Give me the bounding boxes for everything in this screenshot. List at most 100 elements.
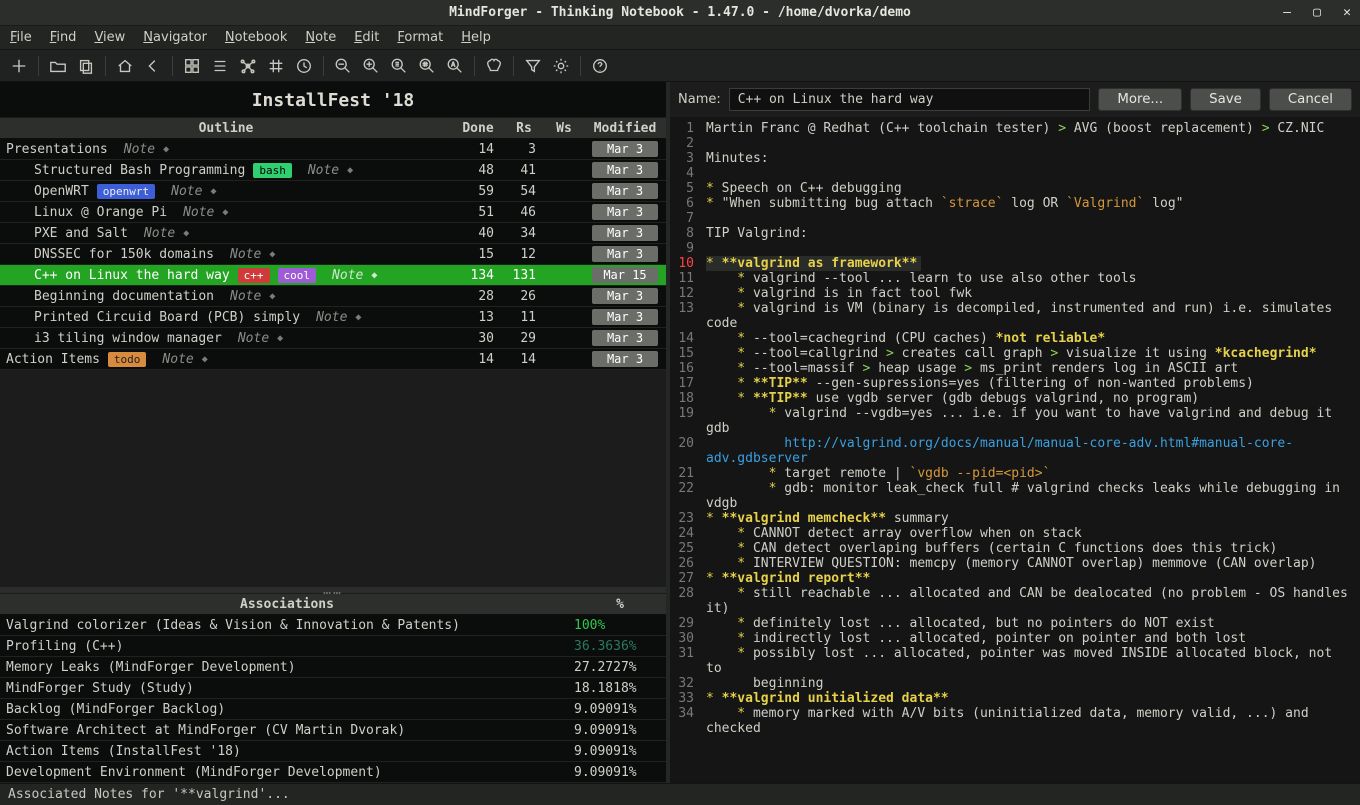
diamond-icon: ◆	[269, 291, 275, 302]
outline-row[interactable]: DNSSEC for 150k domains Note ◆1512Mar 3	[0, 244, 666, 265]
diamond-icon: ◆	[210, 186, 216, 197]
outline-col-rs: Rs	[504, 121, 544, 136]
copy-icon[interactable]	[73, 53, 99, 79]
note-type-label: Note	[183, 205, 214, 220]
menu-view[interactable]: View	[94, 30, 125, 45]
open-icon[interactable]	[45, 53, 71, 79]
association-row[interactable]: Valgrind colorizer (Ideas & Vision & Inn…	[0, 615, 666, 636]
diamond-icon: ◆	[347, 165, 353, 176]
statusbar: Associated Notes for '**valgrind'...	[0, 783, 1360, 805]
modified-badge: Mar 3	[592, 288, 658, 304]
tag-badge: c++	[238, 268, 270, 283]
window-title: MindForger - Thinking Notebook - 1.47.0 …	[449, 5, 911, 20]
outline-row[interactable]: PXE and Salt Note ◆4034Mar 3	[0, 223, 666, 244]
zoom-in-main-icon[interactable]	[358, 53, 384, 79]
back-icon[interactable]	[140, 53, 166, 79]
outline-row[interactable]: OpenWRTopenwrt Note ◆5954Mar 3	[0, 181, 666, 202]
titlebar: MindForger - Thinking Notebook - 1.47.0 …	[0, 0, 1360, 26]
diamond-icon: ◆	[355, 312, 361, 323]
association-row[interactable]: Software Architect at MindForger (CV Mar…	[0, 720, 666, 741]
cancel-button[interactable]: Cancel	[1269, 88, 1352, 111]
diamond-icon: ◆	[163, 144, 169, 155]
right-panel: Name: More... Save Cancel 12345678910111…	[670, 82, 1360, 783]
hash-icon[interactable]	[263, 53, 289, 79]
assoc-col-pct: %	[574, 597, 666, 612]
menu-help[interactable]: Help	[461, 30, 491, 45]
splitter[interactable]	[0, 587, 666, 593]
diamond-icon: ◆	[277, 333, 283, 344]
menu-file[interactable]: File	[10, 30, 32, 45]
outline-row[interactable]: Linux @ Orange Pi Note ◆5146Mar 3	[0, 202, 666, 223]
graph-icon[interactable]	[235, 53, 261, 79]
zoom-list-icon[interactable]	[386, 53, 412, 79]
tag-badge: cool	[278, 268, 317, 283]
modified-badge: Mar 3	[592, 330, 658, 346]
note-type-label: Note	[316, 310, 347, 325]
note-type-label: Note	[162, 352, 193, 367]
diamond-icon: ◆	[183, 228, 189, 239]
list-icon[interactable]	[207, 53, 233, 79]
outline-row[interactable]: Structured Bash Programmingbash Note ◆48…	[0, 160, 666, 181]
settings-icon[interactable]	[548, 53, 574, 79]
outline-col-outline: Outline	[0, 121, 452, 136]
tag-badge: todo	[108, 352, 147, 367]
modified-badge: Mar 3	[592, 351, 658, 367]
note-form-row: Name: More... Save Cancel	[670, 82, 1360, 117]
outline-row[interactable]: Presentations Note ◆143Mar 3	[0, 139, 666, 160]
save-button[interactable]: Save	[1190, 88, 1261, 111]
association-row[interactable]: MindForger Study (Study)18.1818%	[0, 678, 666, 699]
close-icon[interactable]: ✕	[1340, 5, 1354, 20]
outline-spacer	[0, 370, 666, 587]
outline-row[interactable]: Printed Circuid Board (PCB) simply Note …	[0, 307, 666, 328]
outline-col-ws: Ws	[544, 121, 584, 136]
name-label: Name:	[678, 92, 721, 107]
menu-format[interactable]: Format	[397, 30, 443, 45]
home-icon[interactable]	[112, 53, 138, 79]
new-note-icon[interactable]	[6, 53, 32, 79]
menu-navigator[interactable]: Navigator	[143, 30, 207, 45]
tag-badge: bash	[253, 163, 292, 178]
menu-find[interactable]: Find	[50, 30, 77, 45]
grid-icon[interactable]	[179, 53, 205, 79]
modified-badge: Mar 3	[592, 183, 658, 199]
assoc-col-name: Associations	[0, 597, 574, 612]
toolbar	[0, 50, 1360, 82]
modified-badge: Mar 3	[592, 246, 658, 262]
menu-notebook[interactable]: Notebook	[225, 30, 287, 45]
help-icon[interactable]	[587, 53, 613, 79]
maximize-icon[interactable]: ▢	[1310, 5, 1324, 20]
filter-icon[interactable]	[520, 53, 546, 79]
association-row[interactable]: Action Items (InstallFest '18)9.09091%	[0, 741, 666, 762]
association-row[interactable]: Backlog (MindForger Backlog)9.09091%	[0, 699, 666, 720]
outline-body: Presentations Note ◆143Mar 3Structured B…	[0, 139, 666, 370]
modified-badge: Mar 3	[592, 309, 658, 325]
outline-row[interactable]: Beginning documentation Note ◆2826Mar 3	[0, 286, 666, 307]
note-type-label: Note	[332, 268, 363, 283]
zoom-hash-icon[interactable]	[414, 53, 440, 79]
diamond-icon: ◆	[222, 207, 228, 218]
outline-row[interactable]: Action Itemstodo Note ◆1414Mar 3	[0, 349, 666, 370]
note-type-label: Note	[238, 331, 269, 346]
name-input[interactable]	[729, 88, 1091, 111]
more-button[interactable]: More...	[1098, 88, 1182, 111]
association-row[interactable]: Memory Leaks (MindForger Development)27.…	[0, 657, 666, 678]
menu-edit[interactable]: Edit	[354, 30, 379, 45]
association-row[interactable]: Development Environment (MindForger Deve…	[0, 762, 666, 783]
modified-badge: Mar 3	[592, 162, 658, 178]
notebook-title: InstallFest '18	[0, 82, 666, 117]
editor[interactable]: 1234567891011121314151617181920212223242…	[670, 117, 1360, 783]
zoom-text-icon[interactable]	[442, 53, 468, 79]
outline-row[interactable]: i3 tiling window manager Note ◆3029Mar 3	[0, 328, 666, 349]
zoom-out-main-icon[interactable]	[330, 53, 356, 79]
outline-header: Outline Done Rs Ws Modified	[0, 117, 666, 139]
minimize-icon[interactable]: —	[1280, 5, 1294, 20]
note-type-label: Note	[308, 163, 339, 178]
association-row[interactable]: Profiling (C++)36.3636%	[0, 636, 666, 657]
outline-row[interactable]: C++ on Linux the hard wayc++cool Note ◆1…	[0, 265, 666, 286]
note-type-label: Note	[230, 289, 261, 304]
note-type-label: Note	[230, 247, 261, 262]
think-icon[interactable]	[481, 53, 507, 79]
tag-badge: openwrt	[97, 184, 155, 199]
clock-icon[interactable]	[291, 53, 317, 79]
menu-note[interactable]: Note	[305, 30, 336, 45]
